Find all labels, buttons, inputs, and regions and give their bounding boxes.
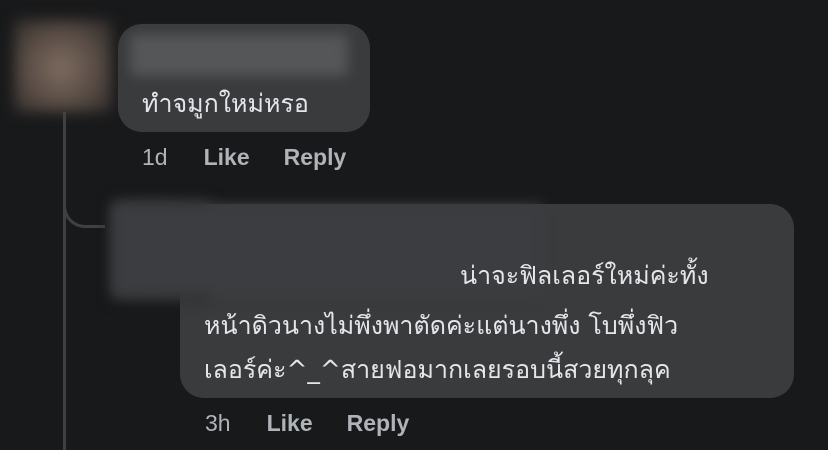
reply-text-line: เลอร์ค่ะ^_^สายฟอมากเลยรอบนี้สวยทุกลุค <box>204 355 671 384</box>
avatar[interactable] <box>14 20 112 112</box>
reply-button[interactable]: Reply <box>347 410 410 437</box>
commenter-name-redacted[interactable] <box>130 34 348 76</box>
comment-actions: 1d Like Reply <box>142 144 380 171</box>
reply-timestamp[interactable]: 3h <box>205 410 231 437</box>
like-button[interactable]: Like <box>204 144 250 171</box>
reply-text-line: น่าจะฟิลเลอร์ใหม่ค่ะทั้ง <box>460 261 709 290</box>
reply-connector-line <box>63 112 105 228</box>
comment-text: ทำจมูกใหม่หรอ <box>142 89 309 118</box>
comment-thread: ทำจมูกใหม่หรอ 1d Like Reply น่าจะฟิลเลอร… <box>0 0 828 450</box>
comment-timestamp[interactable]: 1d <box>142 144 168 171</box>
reply-actions: 3h Like Reply <box>205 410 443 437</box>
reply-button[interactable]: Reply <box>284 144 347 171</box>
reply-text-line: หน้าดิวนางไม่พึ่งพาตัดค่ะแต่นางพึ่ง โบพึ… <box>204 311 679 340</box>
like-button[interactable]: Like <box>267 410 313 437</box>
